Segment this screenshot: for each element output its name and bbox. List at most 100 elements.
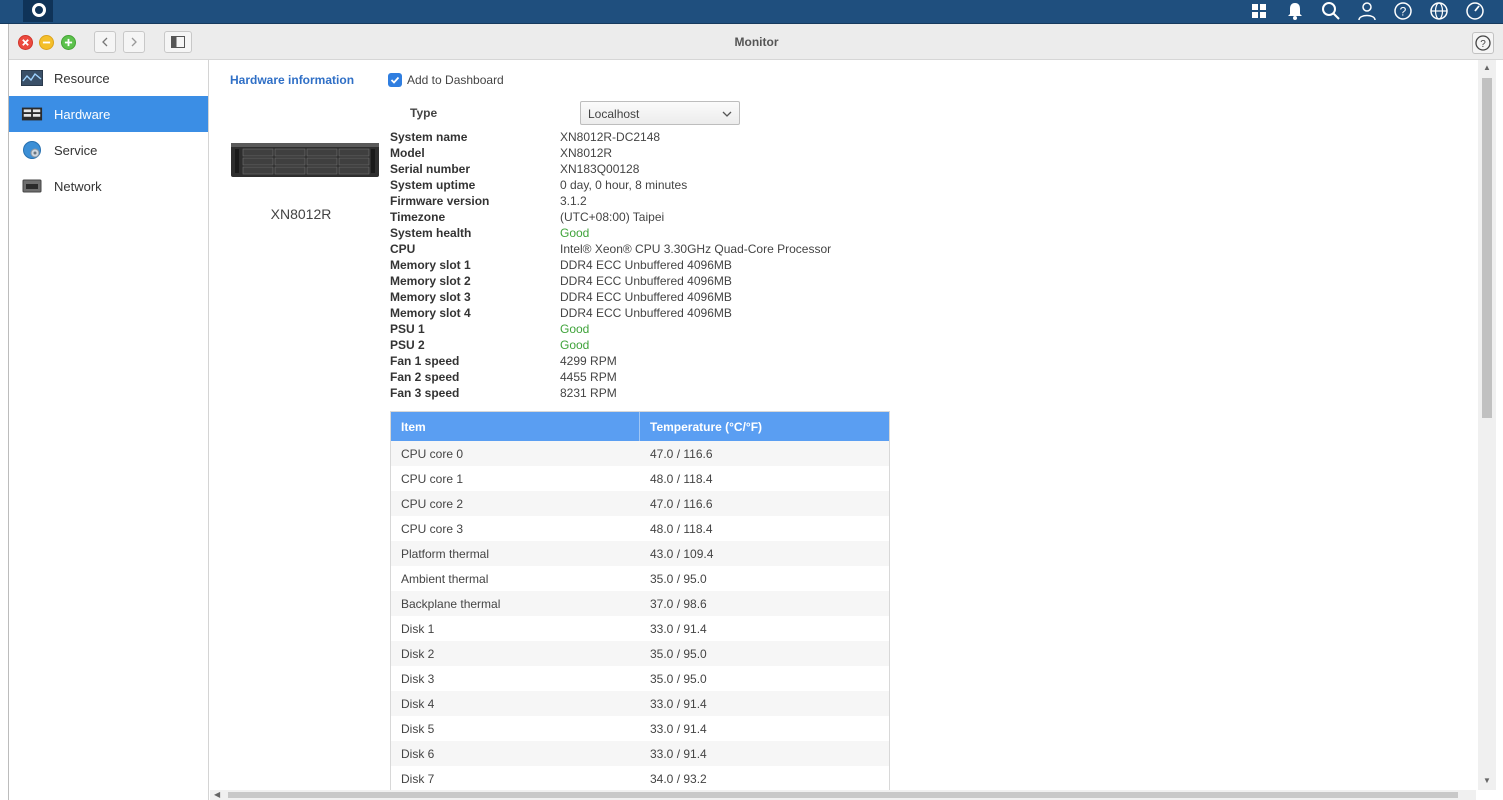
info-row: Memory slot 1 DDR4 ECC Unbuffered 4096MB xyxy=(390,257,831,273)
info-row: Model XN8012R xyxy=(390,145,831,161)
table-row[interactable]: Backplane thermal 37.0 / 98.6 xyxy=(391,591,889,616)
sidebar-item-label: Network xyxy=(54,178,102,194)
info-row: PSU 1 Good xyxy=(390,321,831,337)
table-row[interactable]: Disk 5 33.0 / 91.4 xyxy=(391,716,889,741)
info-key: Fan 3 speed xyxy=(390,386,460,400)
type-label: Type xyxy=(410,106,438,120)
item-cell: Disk 3 xyxy=(401,672,435,686)
scrollbar-thumb[interactable] xyxy=(1482,78,1492,418)
table-row[interactable]: CPU core 3 48.0 / 118.4 xyxy=(391,516,889,541)
sidebar-item-resource[interactable]: Resource xyxy=(9,60,208,96)
info-key: CPU xyxy=(390,242,416,256)
info-value: 4299 RPM xyxy=(560,354,617,368)
info-key: System name xyxy=(390,130,468,144)
checkbox-checked-icon xyxy=(388,73,402,87)
info-key: System health xyxy=(390,226,472,240)
info-value: DDR4 ECC Unbuffered 4096MB xyxy=(560,274,732,288)
item-cell: CPU core 3 xyxy=(401,522,464,536)
info-value: DDR4 ECC Unbuffered 4096MB xyxy=(560,290,732,304)
info-key: System uptime xyxy=(390,178,476,192)
table-row[interactable]: Disk 4 33.0 / 91.4 xyxy=(391,691,889,716)
item-cell: Disk 1 xyxy=(401,622,435,636)
info-key: Firmware version xyxy=(390,194,490,208)
info-value: 0 day, 0 hour, 8 minutes xyxy=(560,178,688,192)
table-row[interactable]: Disk 7 34.0 / 93.2 xyxy=(391,766,889,790)
horizontal-scrollbar[interactable]: ◀ xyxy=(210,790,1476,800)
table-row[interactable]: CPU core 0 47.0 / 116.6 xyxy=(391,441,889,466)
temperature-cell: 33.0 / 91.4 xyxy=(650,747,707,761)
temperature-cell: 33.0 / 91.4 xyxy=(650,622,707,636)
info-key: Memory slot 4 xyxy=(390,306,471,320)
temperature-cell: 35.0 / 95.0 xyxy=(650,572,707,586)
type-select[interactable]: Localhost xyxy=(580,101,740,125)
sidebar-item-network[interactable]: Network xyxy=(9,168,208,204)
info-row: CPU Intel® Xeon® CPU 3.30GHz Quad-Core Pr… xyxy=(390,241,831,257)
system-info-list: System name XN8012R-DC2148 Model XN8012R Ser… xyxy=(390,129,831,401)
search-icon[interactable] xyxy=(1313,0,1349,22)
sidebar-item-hardware[interactable]: Hardware xyxy=(9,96,208,132)
item-cell: Disk 2 xyxy=(401,647,435,661)
window-title: Monitor xyxy=(734,35,779,49)
add-to-dashboard-checkbox[interactable]: Add to Dashboard xyxy=(388,73,504,87)
info-row: Memory slot 4 DDR4 ECC Unbuffered 4096MB xyxy=(390,305,831,321)
info-value: Intel® Xeon® CPU 3.30GHz Quad-Core Proce… xyxy=(560,242,832,256)
info-row: Serial number XN183Q00128 xyxy=(390,161,831,177)
info-row: Memory slot 3 DDR4 ECC Unbuffered 4096MB xyxy=(390,289,831,305)
scrollbar-thumb[interactable] xyxy=(228,792,1458,798)
info-value: DDR4 ECC Unbuffered 4096MB xyxy=(560,306,732,320)
main-menu-button[interactable] xyxy=(23,0,53,22)
info-key: Memory slot 2 xyxy=(390,274,471,288)
temperature-cell: 48.0 / 118.4 xyxy=(650,472,713,486)
table-row[interactable]: Platform thermal 43.0 / 109.4 xyxy=(391,541,889,566)
scroll-down-arrow-icon[interactable]: ▼ xyxy=(1483,776,1491,785)
temperature-cell: 35.0 / 95.0 xyxy=(650,672,707,686)
network-icon xyxy=(21,177,43,195)
info-row: System uptime 0 day, 0 hour, 8 minutes xyxy=(390,177,831,193)
temperature-cell: 48.0 / 118.4 xyxy=(650,522,713,536)
notification-bell-icon[interactable] xyxy=(1277,0,1313,22)
temperature-cell: 47.0 / 116.6 xyxy=(650,447,713,461)
temperature-cell: 35.0 / 95.0 xyxy=(650,647,707,661)
window-help-button[interactable]: ? xyxy=(1472,32,1494,54)
column-header-temperature[interactable]: Temperature (°C/°F) xyxy=(640,412,762,441)
table-row[interactable]: Disk 6 33.0 / 91.4 xyxy=(391,741,889,766)
apps-grid-icon[interactable] xyxy=(1241,0,1277,22)
item-cell: Disk 6 xyxy=(401,747,435,761)
info-row: System name XN8012R-DC2148 xyxy=(390,129,831,145)
info-row: System health Good xyxy=(390,225,831,241)
desktop-taskbar: ? xyxy=(0,0,1503,24)
scroll-up-arrow-icon[interactable]: ▲ xyxy=(1483,63,1491,72)
info-key: Fan 2 speed xyxy=(390,370,460,384)
table-row[interactable]: Ambient thermal 35.0 / 95.0 xyxy=(391,566,889,591)
temperature-cell: 43.0 / 109.4 xyxy=(650,547,714,561)
info-value: 8231 RPM xyxy=(560,386,617,400)
outer-vertical-scrollbar[interactable]: ▲ ▼ xyxy=(1478,60,1496,790)
info-value: XN8012R-DC2148 xyxy=(560,130,661,144)
temperature-table: Item Temperature (°C/°F) CPU core 0 47.0 … xyxy=(390,411,890,790)
info-key: Fan 1 speed xyxy=(390,354,460,368)
info-row: Fan 3 speed 8231 RPM xyxy=(390,385,831,401)
sidebar-item-service[interactable]: Service xyxy=(9,132,208,168)
info-row: Fan 1 speed 4299 RPM xyxy=(390,353,831,369)
hardware-icon xyxy=(21,105,43,123)
language-globe-icon[interactable] xyxy=(1421,0,1457,22)
sidebar-item-label: Hardware xyxy=(54,106,111,122)
dashboard-gauge-icon[interactable] xyxy=(1457,0,1493,22)
scroll-left-arrow-icon[interactable]: ◀ xyxy=(214,790,220,799)
info-row: PSU 2 Good xyxy=(390,337,831,353)
item-cell: Disk 7 xyxy=(401,772,435,786)
info-value: (UTC+08:00) Taipei xyxy=(560,210,665,224)
device-model-name: XN8012R xyxy=(270,206,332,222)
user-icon[interactable] xyxy=(1349,0,1385,22)
table-row[interactable]: CPU core 2 47.0 / 116.6 xyxy=(391,491,889,516)
help-icon[interactable]: ? xyxy=(1385,0,1421,22)
column-header-item[interactable]: Item xyxy=(391,412,640,441)
info-row: Memory slot 2 DDR4 ECC Unbuffered 4096MB xyxy=(390,273,831,289)
info-value: Good xyxy=(560,338,590,352)
table-row[interactable]: Disk 2 35.0 / 95.0 xyxy=(391,641,889,666)
table-row[interactable]: CPU core 1 48.0 / 118.4 xyxy=(391,466,889,491)
table-row[interactable]: Disk 3 35.0 / 95.0 xyxy=(391,666,889,691)
item-cell: CPU core 1 xyxy=(401,472,464,486)
item-cell: Backplane thermal xyxy=(401,597,501,611)
table-row[interactable]: Disk 1 33.0 / 91.4 xyxy=(391,616,889,641)
